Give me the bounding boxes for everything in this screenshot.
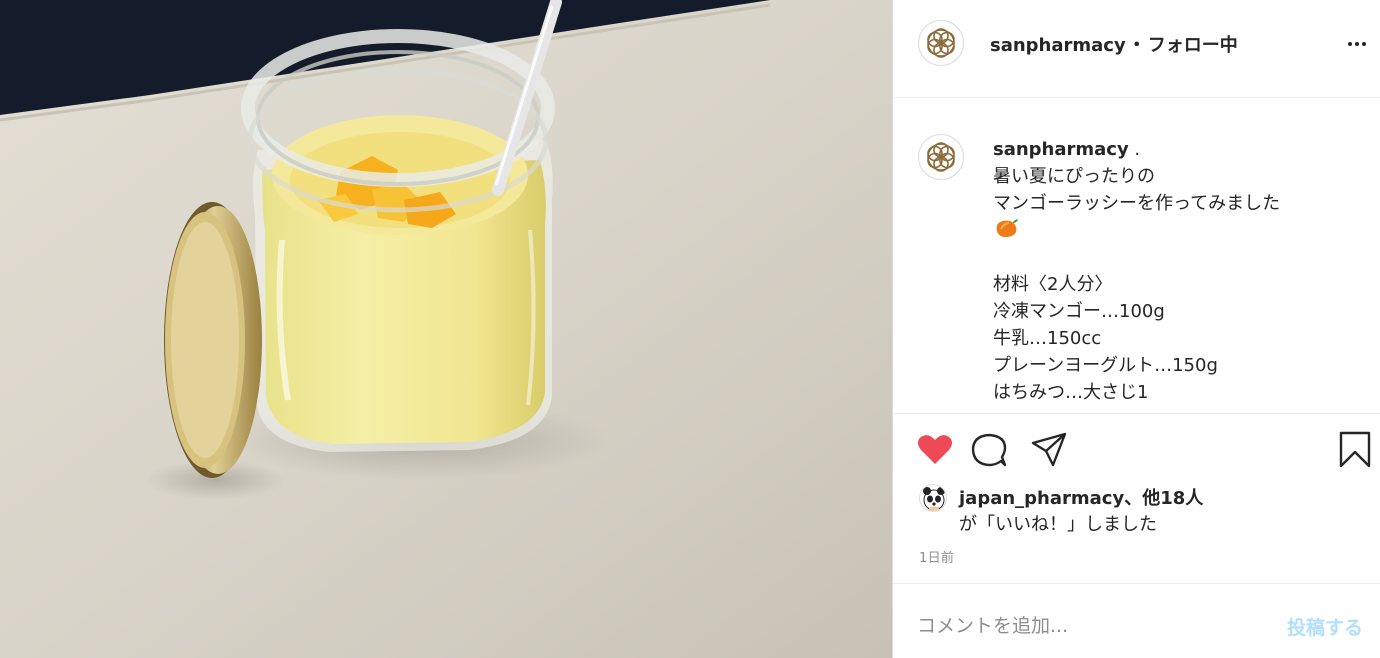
likes-suffix: が「いいね！」しました [959, 514, 1157, 535]
caption-line: 暑い夏にぴったりの [993, 166, 1155, 187]
caption-line: 材料〈2人分〉 [993, 274, 1113, 295]
caption-line: 冷凍マンゴー…100g [993, 301, 1165, 322]
liker-avatar[interactable] [919, 484, 947, 512]
panda-avatar-icon [923, 487, 945, 511]
share-icon[interactable] [1029, 430, 1069, 470]
author-avatar[interactable] [918, 20, 964, 66]
header-user-line: sanpharmacy ・フォロー中 [990, 31, 1238, 57]
caption-emoji-line [993, 217, 1363, 244]
liker-username[interactable]: japan_pharmacy [959, 488, 1124, 509]
caption-line: はちみつ…大さじ1 [993, 382, 1149, 403]
likes-section: japan_pharmacy、他18人 が「いいね！」しました [893, 480, 1380, 540]
instagram-post-modal: sanpharmacy ・フォロー中 sanpharmacy . 暑い夏にぴった… [0, 0, 1380, 658]
likes-others[interactable]: 、他18人 [1124, 488, 1203, 509]
author-username[interactable]: sanpharmacy [990, 35, 1126, 56]
caption-text: sanpharmacy . 暑い夏にぴったりの マンゴーラッシーを作ってみました… [993, 136, 1363, 406]
post-photo[interactable] [0, 0, 892, 658]
caption-line: マンゴーラッシーを作ってみました [993, 193, 1281, 214]
caption-area: sanpharmacy . 暑い夏にぴったりの マンゴーラッシーを作ってみました… [893, 98, 1380, 414]
post-timestamp[interactable]: 1日前 [919, 547, 954, 566]
header-separator: ・ [1127, 35, 1146, 56]
caption-first-line: sanpharmacy . [993, 136, 1363, 163]
comment-input[interactable] [917, 611, 1257, 641]
post-side-panel: sanpharmacy ・フォロー中 sanpharmacy . 暑い夏にぴった… [892, 0, 1380, 658]
mango-emoji [996, 219, 1018, 238]
caption-username[interactable]: sanpharmacy [993, 139, 1129, 160]
caption-first-suffix: . [1128, 139, 1141, 160]
likes-line-liker: japan_pharmacy、他18人 [959, 484, 1203, 510]
caption-avatar[interactable] [918, 134, 964, 180]
heart-filled-icon[interactable] [915, 430, 955, 470]
comment-icon[interactable] [969, 430, 1009, 470]
sanpharmacy-logo-icon [927, 28, 955, 58]
action-bar [893, 414, 1380, 484]
follow-status-button[interactable]: フォロー中 [1148, 35, 1238, 56]
sanpharmacy-logo-icon [927, 142, 955, 172]
comment-bar: 投稿する [893, 583, 1380, 658]
bookmark-icon[interactable] [1335, 430, 1375, 470]
post-comment-button[interactable]: 投稿する [1287, 613, 1363, 640]
mango-lassi-photo [0, 0, 892, 658]
caption-line: 牛乳…150cc [993, 328, 1102, 349]
caption-line: プレーンヨーグルト…150g [993, 355, 1218, 376]
more-horizontal-icon[interactable] [1343, 30, 1371, 58]
post-header: sanpharmacy ・フォロー中 [893, 0, 1380, 98]
